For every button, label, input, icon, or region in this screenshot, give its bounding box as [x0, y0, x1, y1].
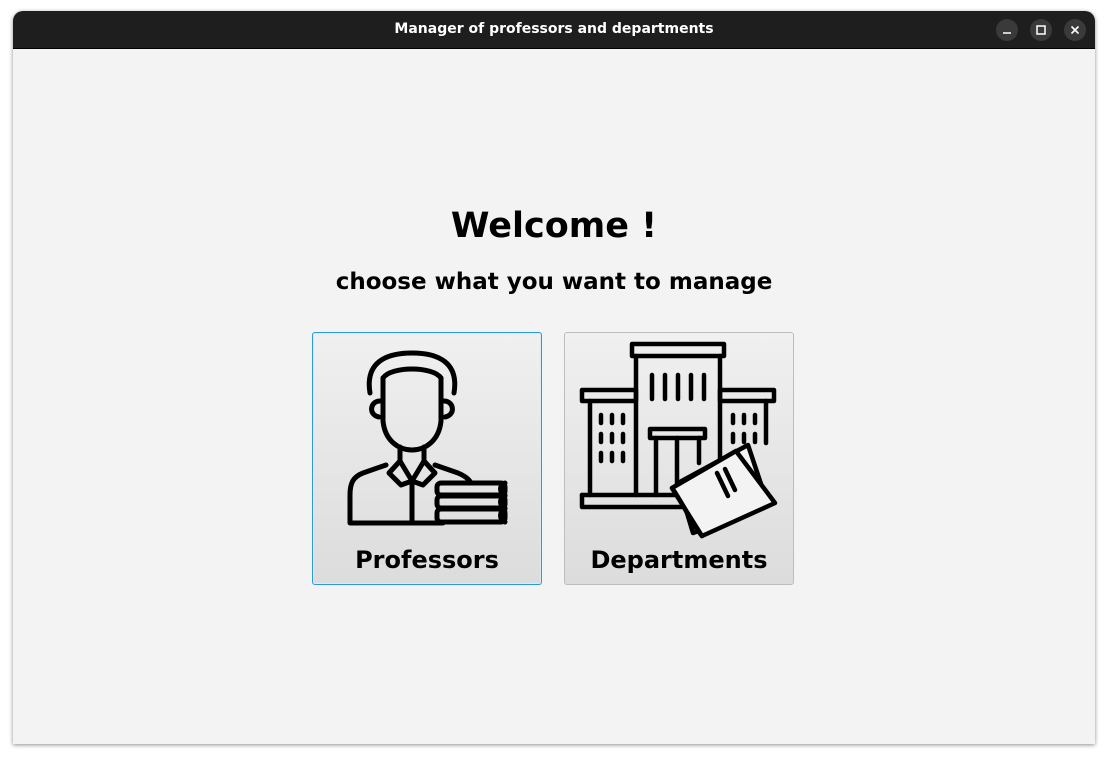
minimize-icon	[1003, 32, 1011, 34]
departments-button[interactable]: Departments	[564, 332, 794, 585]
main-content: Welcome ! choose what you want to manage	[13, 49, 1095, 744]
maximize-button[interactable]	[1030, 19, 1052, 41]
professor-icon	[347, 350, 508, 526]
departments-label: Departments	[590, 546, 768, 574]
window-title: Manager of professors and departments	[394, 21, 714, 37]
title-bar[interactable]: Manager of professors and departments	[13, 11, 1095, 49]
app-window: Manager of professors and departments We…	[13, 11, 1095, 744]
building-icon	[579, 341, 778, 539]
close-icon	[1070, 25, 1080, 35]
maximize-icon	[1036, 25, 1046, 35]
welcome-heading: Welcome !	[450, 206, 658, 246]
minimize-button[interactable]	[996, 19, 1018, 41]
close-button[interactable]	[1064, 19, 1086, 41]
professors-button[interactable]: Professors	[312, 332, 542, 585]
choose-subheading: choose what you want to manage	[335, 269, 773, 295]
professors-label: Professors	[355, 546, 499, 574]
